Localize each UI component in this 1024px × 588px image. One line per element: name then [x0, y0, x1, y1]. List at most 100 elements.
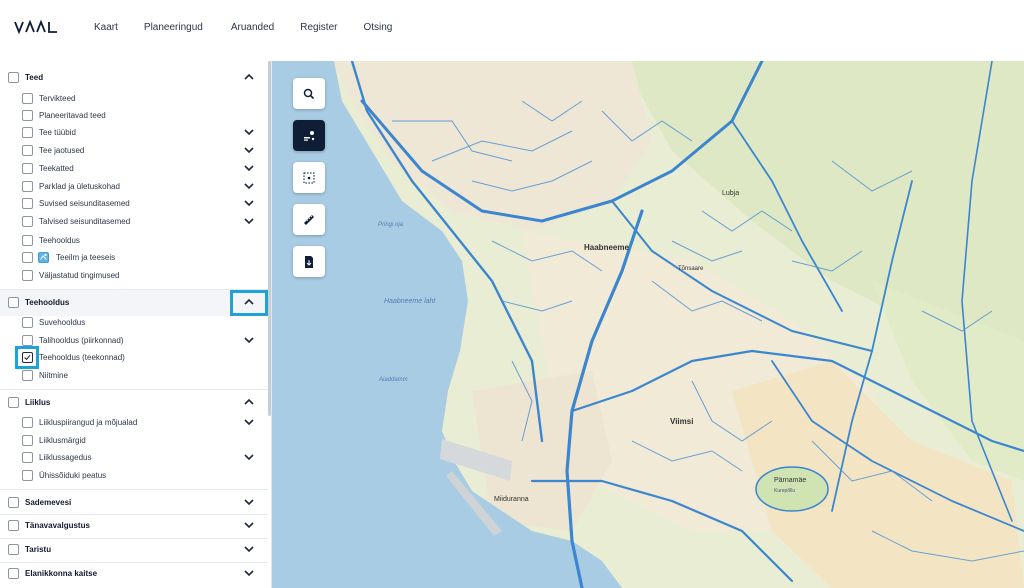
- checkbox-liiklusmargid[interactable]: [22, 435, 33, 446]
- chevron-down-icon[interactable]: [243, 416, 255, 428]
- layer-label: Suvehooldus: [39, 318, 86, 327]
- group-checkbox-tanavavalgustus[interactable]: [8, 520, 19, 531]
- search-icon: [303, 88, 315, 99]
- group-checkbox-teed[interactable]: [8, 72, 19, 83]
- chevron-down-icon[interactable]: [243, 180, 255, 192]
- map-label-tonsaare: Tõnsaare: [678, 266, 704, 272]
- export-icon: [305, 255, 313, 268]
- layer-label: Tervikteed: [39, 94, 76, 103]
- group-checkbox-teehooldus[interactable]: [8, 297, 19, 308]
- chevron-down-icon[interactable]: [243, 519, 255, 531]
- group-title-taristu: Taristu: [25, 545, 52, 554]
- map-label-miiduranna: Miiduranna: [494, 496, 529, 503]
- group-title-elanikkonna-kaitse: Elanikkonna kaitse: [25, 569, 98, 578]
- chevron-down-icon[interactable]: [243, 162, 255, 174]
- checkbox-liiklussagedus[interactable]: [22, 452, 33, 463]
- chevron-up-icon[interactable]: [243, 71, 255, 83]
- nav-planeeringud[interactable]: Planeeringud: [144, 21, 203, 35]
- group-separator: [0, 289, 268, 290]
- checkbox-planeeritavad-teed[interactable]: [22, 110, 33, 121]
- layer-label: Liikluspiirangud ja mõjualad: [39, 418, 138, 427]
- chevron-down-icon[interactable]: [243, 543, 255, 555]
- checkbox-talihooldus[interactable]: [22, 335, 33, 346]
- map-select-area-button[interactable]: [293, 162, 325, 193]
- main-nav: Kaart Planeeringud Aruanded Register Ots…: [94, 21, 418, 35]
- layer-label: Teehooldus (teekonnad): [39, 353, 125, 362]
- chevron-down-icon[interactable]: [243, 567, 255, 579]
- group-separator: [0, 489, 268, 490]
- ruler-icon: [304, 214, 314, 225]
- vaal-logo[interactable]: [14, 18, 62, 36]
- checkbox-teekatted[interactable]: [22, 163, 33, 174]
- checkbox-tervikteed[interactable]: [22, 93, 33, 104]
- nav-register[interactable]: Register: [300, 21, 337, 35]
- weather-station-icon: [38, 252, 49, 263]
- map-layers-button[interactable]: [293, 120, 325, 151]
- group-title-sademevesi: Sademevesi: [25, 498, 72, 507]
- layers-icon: [304, 130, 315, 141]
- layer-label: Suvised seisunditasemed: [39, 199, 130, 208]
- select-area-icon: [303, 172, 315, 183]
- checkbox-suvehooldus[interactable]: [22, 317, 33, 328]
- layer-label: Liiklusmärgid: [39, 436, 86, 445]
- group-title-teed: Teed: [25, 73, 44, 82]
- chevron-down-icon[interactable]: [243, 451, 255, 463]
- group-title-liiklus: Liiklus: [25, 398, 51, 407]
- checkbox-uhissoiduki-peatus[interactable]: [22, 470, 33, 481]
- map-canvas[interactable]: Haabneeme Viimsi Lubja Pärnamäe Miiduran…: [272, 61, 1024, 588]
- map-export-button[interactable]: [293, 246, 325, 277]
- layer-label: Teeilm ja teeseis: [56, 253, 116, 262]
- group-separator: [0, 514, 268, 515]
- checkbox-liikluspiirangud[interactable]: [22, 417, 33, 428]
- layer-label: Teekatted: [39, 164, 74, 173]
- map-label-kurepollu: Kurepõllu: [774, 488, 796, 494]
- group-checkbox-sademevesi[interactable]: [8, 497, 19, 508]
- map-label-pringi-oja: Pringi oja: [378, 222, 404, 228]
- checkbox-parklad[interactable]: [22, 181, 33, 192]
- nav-kaart[interactable]: Kaart: [94, 21, 118, 35]
- map-base[interactable]: [272, 61, 1024, 588]
- map-label-lubja: Lubja: [722, 190, 740, 197]
- group-title-teehooldus: Teehooldus: [25, 298, 70, 307]
- map-label-parnamae: Pärnamäe: [774, 477, 807, 484]
- chevron-up-icon[interactable]: [243, 396, 255, 408]
- layer-label: Ühissõiduki peatus: [39, 471, 107, 480]
- layer-label: Tee tüübid: [39, 128, 76, 137]
- checkbox-valjastatud-tingimused[interactable]: [22, 270, 33, 281]
- checkbox-teeilm[interactable]: [22, 252, 33, 263]
- checkbox-tee-tuubid[interactable]: [22, 127, 33, 138]
- layer-label: Planeeritavad teed: [39, 111, 106, 120]
- app-header: Kaart Planeeringud Aruanded Register Ots…: [0, 0, 1024, 61]
- checkbox-niitmine[interactable]: [22, 370, 33, 381]
- nav-otsing[interactable]: Otsing: [363, 21, 392, 35]
- map-measure-button[interactable]: [293, 204, 325, 235]
- map-label-aiaddamm: Aiaddamm: [379, 377, 408, 383]
- nav-aruanded[interactable]: Aruanded: [231, 21, 274, 35]
- layer-label: Teehooldus: [39, 236, 80, 245]
- layer-label: Talvised seisunditasemed: [39, 217, 131, 226]
- layer-label: Tee jaotused: [39, 146, 85, 155]
- group-checkbox-liiklus[interactable]: [8, 397, 19, 408]
- group-separator: [0, 562, 268, 563]
- chevron-down-icon[interactable]: [243, 197, 255, 209]
- group-checkbox-taristu[interactable]: [8, 544, 19, 555]
- chevron-down-icon[interactable]: [243, 144, 255, 156]
- group-separator: [0, 389, 268, 390]
- chevron-down-icon[interactable]: [243, 334, 255, 346]
- checkbox-tee-jaotused[interactable]: [22, 145, 33, 156]
- chevron-down-icon[interactable]: [243, 496, 255, 508]
- checkbox-teehooldus[interactable]: [22, 235, 33, 246]
- map-search-button[interactable]: [293, 78, 325, 109]
- group-checkbox-elanikkonna-kaitse[interactable]: [8, 568, 19, 579]
- checkbox-teehooldus-teekonnad[interactable]: [22, 352, 33, 363]
- group-title-tanavavalgustus: Tänavavalgustus: [25, 521, 90, 530]
- sidebar-scrollbar[interactable]: [268, 61, 271, 416]
- checkbox-talvised-seisunditasemed[interactable]: [22, 216, 33, 227]
- checkbox-suvised-seisunditasemed[interactable]: [22, 198, 33, 209]
- layer-label: Väljastatud tingimused: [39, 271, 120, 280]
- chevron-up-icon[interactable]: [243, 296, 255, 308]
- chevron-down-icon[interactable]: [243, 215, 255, 227]
- layer-label: Liiklussagedus: [39, 453, 92, 462]
- checkmark-icon: [24, 354, 31, 361]
- chevron-down-icon[interactable]: [243, 126, 255, 138]
